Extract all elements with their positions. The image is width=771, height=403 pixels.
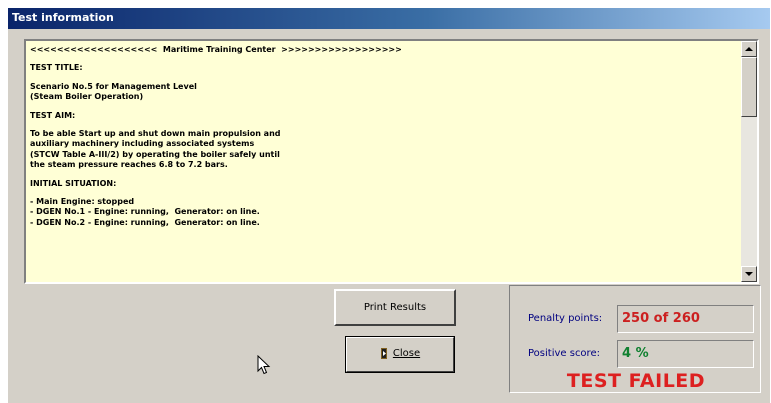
report-line — [30, 171, 738, 179]
report-line — [30, 189, 738, 197]
report-line: <<<<<<<<<<<<<<<<<<< Maritime Training Ce… — [30, 45, 402, 54]
report-line: - Main Engine: stopped — [30, 197, 135, 207]
report-line — [30, 103, 738, 111]
scroll-down-button[interactable] — [741, 266, 757, 282]
test-result: TEST FAILED — [566, 370, 706, 392]
close-label: Close — [392, 348, 421, 359]
report-line: the steam pressure reaches 6.8 to 7.2 ba… — [30, 160, 228, 170]
close-button[interactable]: Close — [345, 336, 455, 373]
report-line: Scenario No.5 for Management Level — [30, 81, 197, 91]
report-frame: <<<<<<<<<<<<<<<<<<< Maritime Training Ce… — [24, 39, 759, 284]
arrow-up-icon — [745, 47, 753, 51]
title-bar[interactable]: Test information — [8, 8, 770, 29]
report-line: - DGEN No.1 - Engine: running, Generator… — [30, 207, 260, 217]
report-line: (Steam Boiler Operation) — [30, 92, 144, 102]
test-information-window: Test information <<<<<<<<<<<<<<<<<<< Mar… — [8, 8, 770, 403]
positive-score-value: 4 % — [617, 340, 754, 368]
print-results-label: Print Results — [363, 302, 427, 313]
report-line: INITIAL SITUATION: — [30, 178, 117, 188]
report-line — [30, 55, 738, 63]
report-line: To be able Start up and shut down main p… — [30, 129, 281, 139]
mouse-pointer-icon — [257, 355, 271, 375]
report-line: - DGEN No.2 - Engine: running, Generator… — [30, 217, 260, 227]
report-text-area[interactable]: <<<<<<<<<<<<<<<<<<< Maritime Training Ce… — [30, 45, 738, 278]
report-line: auxiliary machinery including associated… — [30, 139, 255, 149]
report-line: TEST TITLE: — [30, 63, 83, 73]
print-results-button[interactable]: Print Results — [334, 289, 456, 326]
score-panel: Penalty points: 250 of 260 Positive scor… — [509, 285, 761, 393]
report-line: (STCW Table A-III/2) by operating the bo… — [30, 149, 280, 159]
scroll-up-button[interactable] — [741, 41, 757, 57]
arrow-down-icon — [745, 272, 753, 276]
report-line — [30, 121, 738, 129]
penalty-points-value: 250 of 260 — [617, 305, 754, 333]
report-line — [30, 74, 738, 82]
report-scrollbar[interactable] — [741, 41, 757, 282]
report-line: TEST AIM: — [30, 110, 76, 120]
door-exit-icon — [380, 347, 387, 359]
window-title: Test information — [12, 11, 114, 24]
scroll-thumb[interactable] — [741, 57, 757, 117]
penalty-points-label: Penalty points: — [528, 313, 603, 324]
positive-score-label: Positive score: — [528, 348, 600, 359]
